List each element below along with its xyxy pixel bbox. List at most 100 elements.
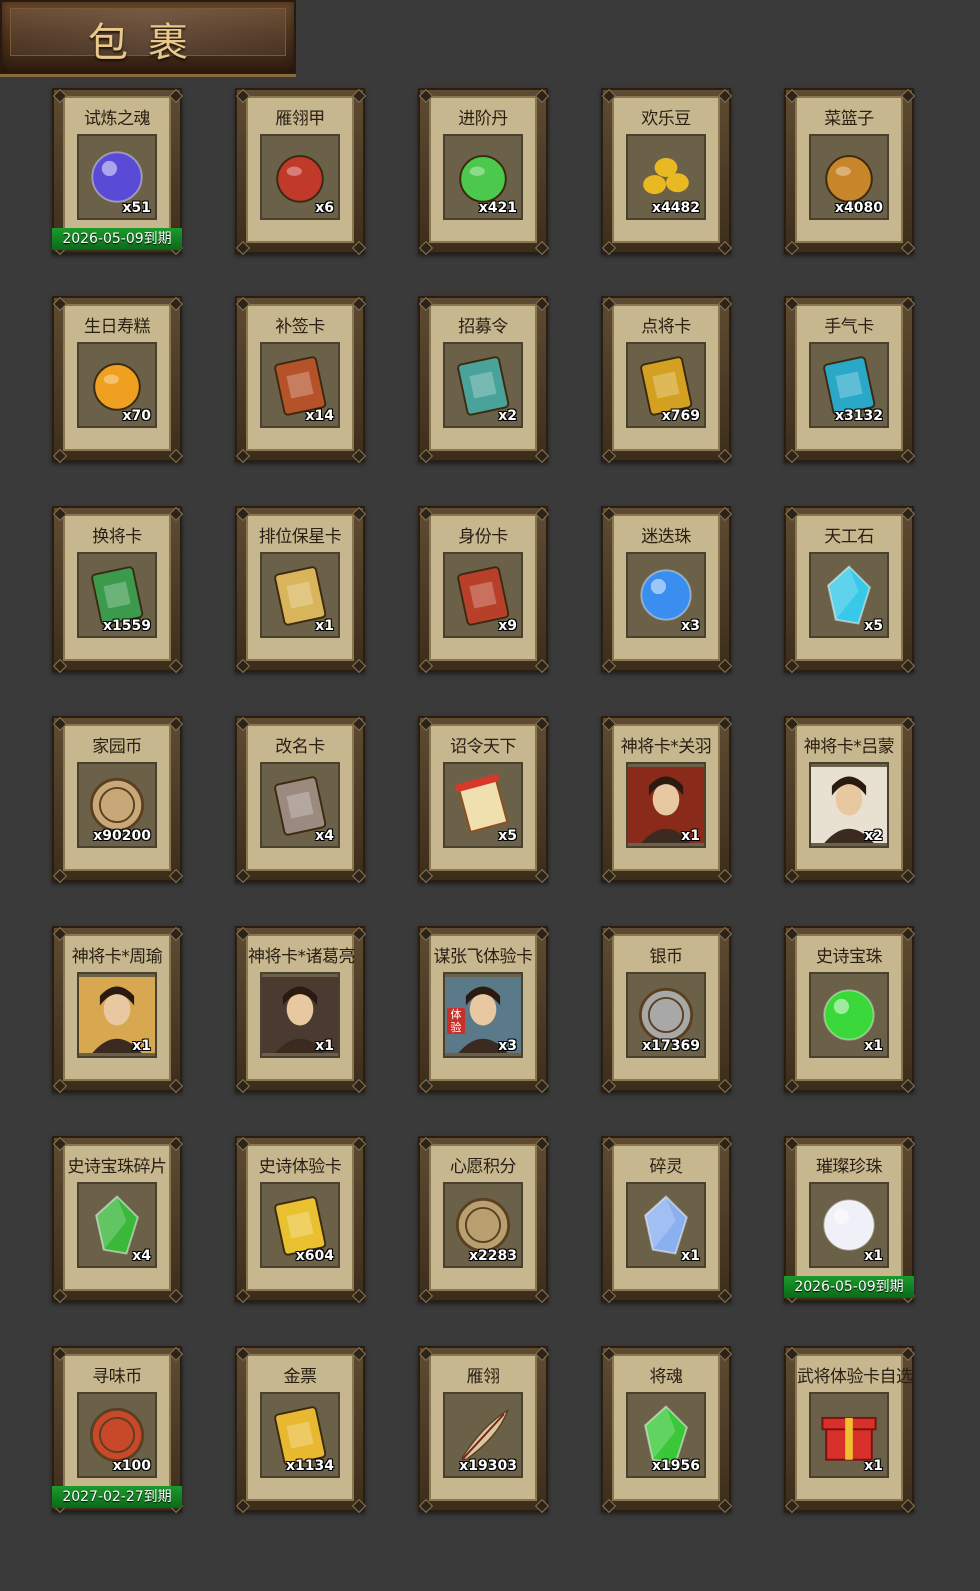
item-name: 碎灵 <box>649 1157 684 1177</box>
inventory-slot[interactable]: 进阶丹 x421 <box>418 88 550 256</box>
item-icon-frame: x1 <box>809 972 889 1058</box>
item-name: 史诗宝珠碎片 <box>67 1157 168 1177</box>
item-quantity: x604 <box>295 1248 334 1264</box>
slot-frame: 身份卡 x9 <box>429 514 537 661</box>
slot-frame: 招募令 x2 <box>429 304 537 451</box>
inventory-slot[interactable]: 点将卡 x769 <box>601 296 733 464</box>
slot-frame: 欢乐豆 x4482 <box>612 96 720 243</box>
inventory-slot[interactable]: 雁翎甲 x6 <box>235 88 367 256</box>
frame-corner-ornament <box>168 296 184 312</box>
inventory-slot[interactable]: 武将体验卡自选 x1 <box>784 1346 916 1514</box>
inventory-slot[interactable]: 家园币 x90200 <box>52 716 184 884</box>
inventory-slot[interactable]: 改名卡 x4 <box>235 716 367 884</box>
item-icon-frame: x2283 <box>443 1182 523 1268</box>
inventory-slot[interactable]: 银币 x17369 <box>601 926 733 1094</box>
inventory-slot[interactable]: 金票 x1134 <box>235 1346 367 1514</box>
inventory-slot[interactable]: 欢乐豆 x4482 <box>601 88 733 256</box>
inventory-slot[interactable]: 心愿积分 x2283 <box>418 1136 550 1304</box>
frame-corner-ornament <box>900 506 916 522</box>
slot-frame: 碎灵 x1 <box>612 1144 720 1291</box>
frame-corner-ornament <box>900 1078 916 1094</box>
item-name: 改名卡 <box>275 737 325 757</box>
frame-corner-ornament <box>235 448 251 464</box>
inventory-slot[interactable]: 璀璨珍珠 x1 2026-05-09到期 <box>784 1136 916 1304</box>
inventory-slot[interactable]: 手气卡 x3132 <box>784 296 916 464</box>
frame-corner-ornament <box>534 448 550 464</box>
slot-frame: 生日寿糕 x70 <box>63 304 171 451</box>
item-name: 试炼之魂 <box>84 109 151 129</box>
item-icon-frame: x14 <box>260 342 340 428</box>
item-quantity: x19303 <box>459 1458 517 1474</box>
slot-frame: 神将卡*关羽 x1 <box>612 724 720 871</box>
inventory-slot[interactable]: 史诗体验卡 x604 <box>235 1136 367 1304</box>
item-name: 诏令天下 <box>450 737 517 757</box>
item-name: 金票 <box>283 1367 318 1387</box>
item-name: 换将卡 <box>92 527 142 547</box>
inventory-slot[interactable]: 神将卡*诸葛亮 x1 <box>235 926 367 1094</box>
inventory-slot[interactable]: 身份卡 x9 <box>418 506 550 674</box>
slot-frame: 寻味币 x100 <box>63 1354 171 1501</box>
inventory-slot[interactable]: 神将卡*吕蒙 x2 <box>784 716 916 884</box>
item-name: 神将卡*周瑜 <box>71 947 163 967</box>
frame-corner-ornament <box>900 448 916 464</box>
frame-corner-ornament <box>717 240 733 256</box>
frame-corner-ornament <box>351 448 367 464</box>
item-icon-frame: x4080 <box>809 134 889 220</box>
frame-corner-ornament <box>717 1136 733 1152</box>
inventory-slot[interactable]: 神将卡*周瑜 x1 <box>52 926 184 1094</box>
inventory-slot[interactable]: 碎灵 x1 <box>601 1136 733 1304</box>
frame-corner-ornament <box>351 88 367 104</box>
inventory-slot[interactable]: 寻味币 x100 2027-02-27到期 <box>52 1346 184 1514</box>
frame-corner-ornament <box>601 1288 617 1304</box>
inventory-slot[interactable]: 诏令天下 x5 <box>418 716 550 884</box>
frame-corner-ornament <box>784 658 800 674</box>
frame-corner-ornament <box>534 296 550 312</box>
item-name: 迷迭珠 <box>641 527 691 547</box>
inventory-slot[interactable]: 生日寿糕 x70 <box>52 296 184 464</box>
frame-corner-ornament <box>351 506 367 522</box>
item-quantity: x51 <box>122 200 151 216</box>
item-quantity: x6 <box>315 200 334 216</box>
inventory-slot[interactable]: 试炼之魂 x51 2026-05-09到期 <box>52 88 184 256</box>
slot-frame: 神将卡*吕蒙 x2 <box>795 724 903 871</box>
item-name: 家园币 <box>92 737 142 757</box>
frame-corner-ornament <box>717 1346 733 1362</box>
inventory-slot[interactable]: 神将卡*关羽 x1 <box>601 716 733 884</box>
slot-frame: 排位保星卡 x1 <box>246 514 354 661</box>
frame-corner-ornament <box>168 506 184 522</box>
item-quantity: x1 <box>315 618 334 634</box>
frame-corner-ornament <box>418 658 434 674</box>
inventory-slot[interactable]: 天工石 x5 <box>784 506 916 674</box>
item-quantity: x9 <box>498 618 517 634</box>
slot-frame: 银币 x17369 <box>612 934 720 1081</box>
item-name: 神将卡*关羽 <box>620 737 712 757</box>
inventory-slot[interactable]: 史诗宝珠 x1 <box>784 926 916 1094</box>
frame-corner-ornament <box>717 1288 733 1304</box>
inventory-slot[interactable]: 迷迭珠 x3 <box>601 506 733 674</box>
frame-corner-ornament <box>418 1288 434 1304</box>
slot-frame: 点将卡 x769 <box>612 304 720 451</box>
inventory-slot[interactable]: 换将卡 x1559 <box>52 506 184 674</box>
inventory-slot[interactable]: 将魂 x1956 <box>601 1346 733 1514</box>
frame-corner-ornament <box>52 1078 68 1094</box>
inventory-slot[interactable]: 排位保星卡 x1 <box>235 506 367 674</box>
slot-frame: 神将卡*周瑜 x1 <box>63 934 171 1081</box>
frame-corner-ornament <box>235 658 251 674</box>
item-icon-frame: x100 <box>77 1392 157 1478</box>
inventory-slot[interactable]: 招募令 x2 <box>418 296 550 464</box>
inventory-slot[interactable]: 补签卡 x14 <box>235 296 367 464</box>
item-quantity: x1559 <box>103 618 151 634</box>
frame-corner-ornament <box>52 448 68 464</box>
item-icon-frame: x9 <box>443 552 523 638</box>
frame-corner-ornament <box>168 926 184 942</box>
inventory-slot[interactable]: 菜篮子 x4080 <box>784 88 916 256</box>
frame-corner-ornament <box>418 868 434 884</box>
frame-corner-ornament <box>235 1498 251 1514</box>
item-icon-frame: x5 <box>809 552 889 638</box>
slot-frame: 换将卡 x1559 <box>63 514 171 661</box>
inventory-slot[interactable]: 谋张飞体验卡 体验 x3 <box>418 926 550 1094</box>
inventory-slot[interactable]: 史诗宝珠碎片 x4 <box>52 1136 184 1304</box>
frame-corner-ornament <box>235 868 251 884</box>
slot-frame: 武将体验卡自选 x1 <box>795 1354 913 1501</box>
inventory-slot[interactable]: 雁翎 x19303 <box>418 1346 550 1514</box>
